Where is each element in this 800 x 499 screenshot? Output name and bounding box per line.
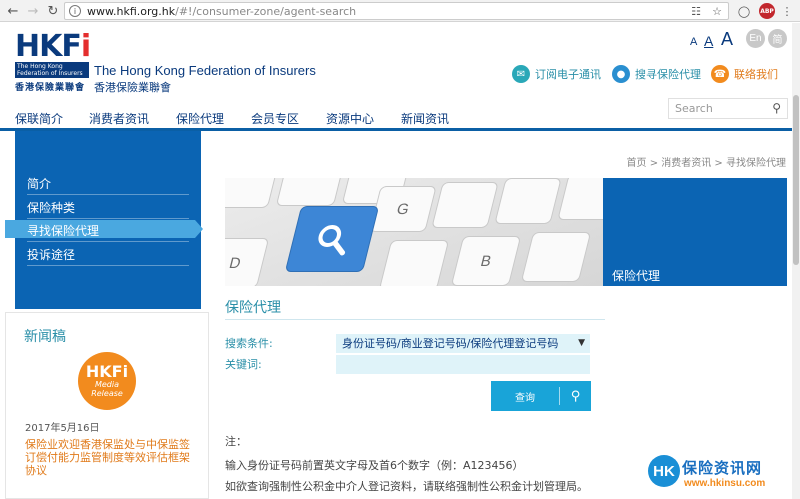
nav-resources[interactable]: 资源中心 xyxy=(326,110,374,127)
phone-icon: ☎ xyxy=(711,65,729,83)
media-release-badge[interactable]: HKFi Media Release xyxy=(78,352,136,410)
sidebar-divider xyxy=(27,241,189,242)
logo-text: HKF xyxy=(15,29,82,64)
watermark-hk-logo: HK xyxy=(648,455,680,487)
site-search-input[interactable]: Search ⚲ xyxy=(668,98,788,119)
key-blank xyxy=(225,178,279,208)
key-blank xyxy=(520,232,592,282)
title-divider xyxy=(225,319,605,320)
note-title: 注： xyxy=(225,435,247,448)
breadcrumb[interactable]: 首页 > 消费者资讯 > 寻找保险代理 xyxy=(627,154,786,169)
newsletter-link[interactable]: ✉ 订阅电子通讯 xyxy=(512,65,601,83)
nav-consumer[interactable]: 消费者资讯 xyxy=(89,110,149,127)
main-nav: 保联简介 消费者资讯 保险代理 会员专区 资源中心 新闻资讯 xyxy=(0,108,620,128)
logo-sub-1: The Hong Kong xyxy=(17,63,63,70)
font-size-small[interactable]: A xyxy=(690,36,697,48)
contact-label: 联络我们 xyxy=(734,68,778,81)
news-date: 2017年5月16日 xyxy=(25,423,100,434)
info-icon[interactable]: i xyxy=(69,5,81,17)
note-id-format: 输入身份证号码前置英文字母及首6个数字（例：A123456） xyxy=(225,459,524,472)
search-icon xyxy=(318,225,346,256)
criteria-value: 身份证号码/商业登记号码/保险代理登记号码 xyxy=(342,337,559,350)
sidebar-item-intro[interactable]: 简介 xyxy=(27,175,51,192)
news-title: 新闻稿 xyxy=(24,329,66,345)
nav-news[interactable]: 新闻资讯 xyxy=(401,110,449,127)
browser-toolbar: ← → ↻ i www.hkfi.org.hk/#!/consumer-zone… xyxy=(0,0,800,22)
badge-top: HKFi xyxy=(85,362,129,381)
nav-about[interactable]: 保联简介 xyxy=(15,110,63,127)
sidebar-item-insurance-types[interactable]: 保险种类 xyxy=(27,199,75,216)
lang-cn-button[interactable]: 简 xyxy=(768,29,787,48)
logo-sub-2: Federation of Insurers xyxy=(17,70,83,77)
sidebar-item-find-agent[interactable]: 寻找保险代理 xyxy=(27,222,99,239)
nav-members[interactable]: 会员专区 xyxy=(251,110,299,127)
font-size-large[interactable]: A xyxy=(721,29,733,50)
reload-icon[interactable]: ↻ xyxy=(42,0,64,22)
bookmark-star-icon[interactable]: ☆ xyxy=(709,3,725,19)
hkfi-logo[interactable]: HKFi The Hong Kong Federation of Insurers xyxy=(15,29,91,80)
nav-agents[interactable]: 保险代理 xyxy=(176,110,224,127)
address-bar[interactable]: i www.hkfi.org.hk/#!/consumer-zone/agent… xyxy=(64,2,729,20)
search-icon[interactable]: ⚲ xyxy=(772,101,781,115)
badge-bot: Release xyxy=(91,389,123,398)
key-blank xyxy=(275,178,345,206)
key-b: B xyxy=(450,236,522,286)
key-blank xyxy=(494,178,562,224)
keyword-input[interactable] xyxy=(336,355,590,374)
key-d: D xyxy=(225,238,270,286)
extension-icon[interactable]: ◯ xyxy=(736,3,752,19)
keyword-label: 关键词: xyxy=(225,358,262,371)
news-headline-link[interactable]: 保险业欢迎香港保监处与中保监签订偿付能力监管制度等效评估框架协议 xyxy=(25,438,190,477)
logo-cn-text: 香港保險業聯會 xyxy=(15,83,86,93)
keyboard-banner-image: G D B xyxy=(225,178,603,286)
url-host: www.hkfi.org.hk xyxy=(87,4,176,18)
newsletter-label: 订阅电子通讯 xyxy=(535,68,601,81)
contact-link[interactable]: ☎ 联络我们 xyxy=(711,65,778,83)
lang-en-button[interactable]: En xyxy=(746,29,765,48)
mail-icon: ✉ xyxy=(512,65,530,83)
query-button[interactable]: 查询 ⚲ xyxy=(491,381,591,411)
org-name-en: The Hong Kong Federation of Insurers xyxy=(94,63,316,78)
logo-i: i xyxy=(80,29,91,64)
search-placeholder: Search xyxy=(675,102,713,115)
query-label: 查询 xyxy=(515,392,535,404)
note-mpf: 如欲查询强制性公积金中介人登记资料，请联络强制性公积金计划管理局。 xyxy=(225,480,588,493)
dropdown-caret-icon: ▼ xyxy=(578,338,585,348)
page-title: 保险代理 xyxy=(225,300,281,316)
agent-search-label: 搜寻保险代理 xyxy=(635,68,701,81)
key-blank xyxy=(557,178,603,220)
hkinsu-watermark: HK 保险资讯网 www.hkinsu.com xyxy=(648,455,790,495)
watermark-cn: 保险资讯网 xyxy=(682,459,763,477)
translate-icon[interactable]: ☷ xyxy=(688,3,704,19)
back-icon[interactable]: ← xyxy=(2,0,24,22)
badge-mid: Media xyxy=(94,380,120,389)
search-icon: ⚲ xyxy=(570,388,581,404)
key-blank xyxy=(431,182,499,228)
font-size-medium[interactable]: A xyxy=(704,33,713,49)
person-icon: ● xyxy=(612,65,630,83)
key-g: G xyxy=(369,186,437,232)
criteria-label: 搜索条件: xyxy=(225,337,273,350)
key-blank xyxy=(378,240,450,286)
url-path: /#!/consumer-zone/agent-search xyxy=(175,4,357,18)
criteria-select[interactable]: 身份证号码/商业登记号码/保险代理登记号码 ▼ xyxy=(336,334,590,353)
org-name-cn: 香港保險業聯會 xyxy=(94,81,171,94)
sidebar-item-complaints[interactable]: 投诉途径 xyxy=(27,246,75,263)
scrollbar-thumb[interactable] xyxy=(793,95,799,265)
watermark-url: www.hkinsu.com xyxy=(684,478,766,489)
sidebar-divider xyxy=(27,194,189,195)
forward-icon[interactable]: → xyxy=(22,0,44,22)
menu-icon[interactable]: ⋮ xyxy=(779,3,795,19)
adblock-icon[interactable]: ABP xyxy=(759,3,775,19)
banner-label: 保险代理 xyxy=(612,269,661,283)
sidebar-active-arrow xyxy=(195,220,203,238)
agent-search-link[interactable]: ● 搜寻保险代理 xyxy=(612,65,701,83)
sidebar-divider xyxy=(27,265,189,266)
key-search xyxy=(284,206,380,272)
sidebar-divider xyxy=(27,218,189,219)
